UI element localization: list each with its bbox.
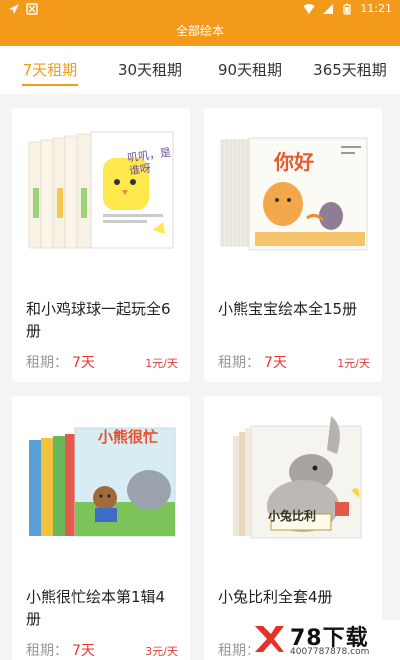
rental-period-label: 租期： [218, 355, 260, 371]
rental-period-value: 7天 [72, 643, 95, 659]
navigation-icon [9, 4, 19, 14]
book-card[interactable]: 你好 小熊宝宝绘本全15册 租期： 7天 1元/天 [204, 108, 382, 382]
book-card[interactable]: 小熊很忙 小熊很忙绘本第1辑4册 租期： 7天 3元/天 [12, 396, 190, 660]
book-cover: 叽叽，是谁呀 [12, 108, 190, 268]
watermark-url: 4007787878.com [290, 647, 370, 657]
book-title: 和小鸡球球一起玩全6册 [26, 300, 171, 340]
tab-365-days[interactable]: 365天租期 [300, 46, 400, 94]
page-title-bar: 全部绘本 [0, 20, 400, 46]
rental-period: 租期：7天 [26, 352, 95, 372]
rental-period: 租期：7天 [26, 640, 95, 660]
status-bar: 11:21 [0, 0, 400, 20]
price-per-day: 1元/天 [337, 357, 370, 370]
bunny-book-cover-image [233, 416, 362, 539]
site-watermark: 78下载 4007787878.com [250, 620, 400, 660]
price-per-day: 1元/天 [145, 357, 178, 370]
page-title: 全部绘本 [175, 24, 224, 38]
price-per-day: 3元/天 [145, 645, 178, 658]
app-notification-icon [26, 3, 38, 15]
battery-icon [343, 3, 351, 15]
book-cover: 小兔比利 [204, 396, 382, 556]
signal-icon [323, 3, 334, 14]
book-title: 小熊宝宝绘本全15册 [218, 300, 358, 318]
tab-90-days[interactable]: 90天租期 [200, 46, 300, 94]
chick-book-cover-image [28, 131, 174, 249]
rental-period-tabs: 7天租期 30天租期 90天租期 365天租期 [0, 46, 400, 94]
watermark-logo-icon [255, 626, 284, 652]
rental-period-value: 7天 [72, 355, 95, 371]
cover-text: 小兔比利 [268, 509, 317, 523]
rental-period-label: 租期： [26, 355, 68, 371]
book-cover: 你好 [204, 108, 382, 268]
tab-30-days[interactable]: 30天租期 [100, 46, 200, 94]
rental-period: 租期：7天 [218, 352, 287, 372]
book-title: 小熊很忙绘本第1辑4册 [26, 588, 166, 628]
book-card[interactable]: 叽叽，是谁呀 和小鸡球球一起玩全6册 租期： 7天 1元/天 [12, 108, 190, 382]
cover-text: 小熊很忙 [98, 428, 159, 446]
rental-period-label: 租期： [26, 643, 68, 659]
book-cover: 小熊很忙 [12, 396, 190, 556]
tab-7-days[interactable]: 7天租期 [0, 46, 100, 94]
wifi-icon [303, 3, 315, 14]
status-time: 11:21 [360, 2, 392, 15]
cover-text: 你好 [274, 150, 314, 174]
rental-period-value: 7天 [264, 355, 287, 371]
bear-book-cover-image [220, 137, 368, 251]
book-title: 小兔比利全套4册 [218, 588, 333, 606]
